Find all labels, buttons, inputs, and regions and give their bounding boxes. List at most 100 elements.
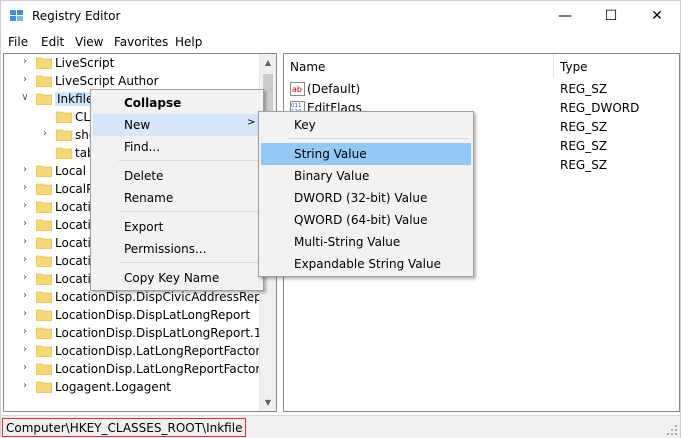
status-key-path: Computer\HKEY_CLASSES_ROOT\Inkfile: [2, 418, 247, 437]
folder-icon: [36, 363, 52, 375]
tree-item-label: LocationDisp.DispLatLongReport: [55, 308, 251, 322]
maximize-button[interactable]: ☐: [588, 1, 634, 31]
menu-file[interactable]: File: [8, 35, 28, 49]
column-header-type[interactable]: Type: [560, 60, 588, 74]
folder-icon: [36, 237, 52, 249]
value-type: REG_DWORD: [560, 101, 640, 115]
folder-icon: [56, 129, 72, 141]
tree-item[interactable]: › LiveScript: [4, 54, 262, 72]
chevron-right-icon[interactable]: ›: [20, 218, 30, 230]
tree-item[interactable]: › LocationDisp.LatLongReportFactory.1: [4, 360, 276, 378]
minimize-button[interactable]: —: [542, 1, 588, 31]
context-copy-key-name[interactable]: Copy Key Name: [93, 267, 261, 289]
column-divider[interactable]: [553, 54, 554, 78]
tree-item[interactable]: › Logagent.Logagent: [4, 378, 262, 396]
folder-icon: [36, 93, 52, 105]
menu-bar: File Edit View Favorites Help: [1, 32, 680, 52]
chevron-down-icon[interactable]: ∨: [20, 92, 30, 104]
menu-separator: [289, 138, 469, 139]
context-new[interactable]: New >: [93, 114, 261, 136]
chevron-right-icon[interactable]: ›: [20, 74, 30, 86]
tree-item[interactable]: › LocationDisp.DispLatLongReport: [4, 306, 262, 324]
tree-item[interactable]: › LocationDisp.LatLongReportFactory: [4, 342, 267, 360]
context-permissions[interactable]: Permissions...: [93, 238, 261, 260]
value-row[interactable]: ab (Default) REG_SZ: [284, 80, 679, 98]
new-dword-value[interactable]: DWORD (32-bit) Value: [261, 187, 471, 209]
chevron-right-icon[interactable]: ›: [20, 290, 30, 302]
tree-item-label: CL: [75, 110, 91, 124]
new-string-value[interactable]: String Value: [261, 143, 471, 165]
chevron-right-icon[interactable]: ›: [20, 362, 30, 374]
chevron-right-icon[interactable]: ›: [20, 344, 30, 356]
context-find[interactable]: Find...: [93, 136, 261, 158]
new-multi-string-value[interactable]: Multi-String Value: [261, 231, 471, 253]
value-type: REG_SZ: [560, 120, 608, 134]
tree-item-label: LiveScript Author: [55, 74, 159, 88]
menu-separator: [119, 160, 259, 161]
folder-icon: [56, 111, 72, 123]
chevron-right-icon[interactable]: ›: [20, 164, 30, 176]
folder-icon: [36, 291, 52, 303]
new-qword-value[interactable]: QWORD (64-bit) Value: [261, 209, 471, 231]
tree-item-label: LocationDisp.LatLongReportFactory.1: [55, 362, 277, 376]
svg-text:ab: ab: [292, 85, 302, 94]
chevron-right-icon[interactable]: ›: [20, 200, 30, 212]
folder-icon: [36, 381, 52, 393]
chevron-right-icon[interactable]: ›: [20, 182, 30, 194]
context-export[interactable]: Export: [93, 216, 261, 238]
chevron-right-icon[interactable]: ›: [20, 326, 30, 338]
folder-icon: [36, 345, 52, 357]
value-type: REG_SZ: [560, 158, 608, 172]
status-bar: Computer\HKEY_CLASSES_ROOT\Inkfile: [1, 415, 680, 438]
maximize-icon: ☐: [604, 8, 618, 24]
folder-icon: [36, 75, 52, 87]
menu-edit[interactable]: Edit: [41, 35, 64, 49]
folder-icon: [36, 327, 52, 339]
menu-separator: [119, 211, 259, 212]
new-key[interactable]: Key: [261, 114, 471, 136]
context-collapse[interactable]: Collapse: [93, 92, 261, 114]
menu-favorites[interactable]: Favorites: [114, 35, 168, 49]
folder-icon: [36, 255, 52, 267]
chevron-right-icon[interactable]: ›: [20, 380, 30, 392]
minimize-icon: —: [558, 8, 572, 24]
folder-icon: [36, 219, 52, 231]
chevron-right-icon[interactable]: ›: [40, 128, 50, 140]
column-header-name[interactable]: Name: [290, 60, 325, 74]
registry-app-icon: [10, 10, 23, 21]
menu-separator: [119, 262, 259, 263]
key-context-menu: Collapse New > Find... Delete Rename Exp…: [90, 89, 264, 291]
menu-view[interactable]: View: [75, 35, 103, 49]
value-type: REG_SZ: [560, 82, 608, 96]
resize-grip-icon[interactable]: [666, 424, 678, 436]
title-bar: Registry Editor — ☐ ✕: [1, 1, 680, 31]
value-type: REG_SZ: [560, 139, 608, 153]
window-title: Registry Editor: [32, 9, 121, 23]
new-expandable-string-value[interactable]: Expandable String Value: [261, 253, 471, 275]
chevron-right-icon[interactable]: ›: [20, 236, 30, 248]
folder-icon: [36, 273, 52, 285]
context-delete[interactable]: Delete: [93, 165, 261, 187]
chevron-right-icon[interactable]: ›: [20, 308, 30, 320]
chevron-right-icon[interactable]: ›: [20, 272, 30, 284]
string-value-icon: ab: [290, 82, 305, 96]
tree-item-label: LocalP: [55, 182, 94, 196]
new-binary-value[interactable]: Binary Value: [261, 165, 471, 187]
tree-item-label: LocationDisp.LatLongReportFactory: [55, 344, 268, 358]
scroll-down-icon[interactable]: ▼: [260, 394, 276, 411]
chevron-right-icon[interactable]: ›: [20, 56, 30, 68]
value-name: (Default): [307, 82, 361, 96]
tree-item[interactable]: › LocationDisp.DispLatLongReport.1: [4, 324, 262, 342]
close-button[interactable]: ✕: [634, 1, 680, 31]
tree-item-label: LocationDisp.DispCivicAddressReport.: [55, 290, 277, 304]
tree-item-label: LiveScript: [55, 56, 115, 70]
tree-item-label: Logagent.Logagent: [55, 380, 172, 394]
chevron-right-icon[interactable]: ›: [20, 254, 30, 266]
folder-icon: [36, 201, 52, 213]
menu-help[interactable]: Help: [175, 35, 202, 49]
context-rename[interactable]: Rename: [93, 187, 261, 209]
close-icon: ✕: [651, 8, 663, 24]
submenu-arrow-icon: >: [247, 117, 256, 128]
tree-item[interactable]: › LiveScript Author: [4, 72, 262, 90]
scroll-up-icon[interactable]: ▲: [260, 54, 276, 71]
